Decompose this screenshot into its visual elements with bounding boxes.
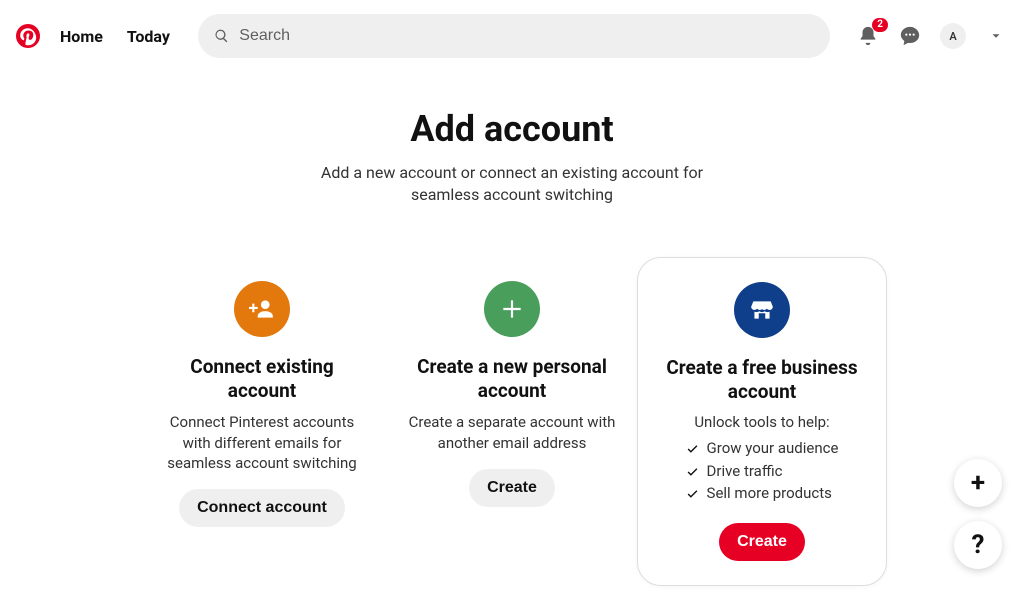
page-title: Add account: [0, 108, 1024, 150]
storefront-icon: [734, 282, 790, 338]
check-icon: [686, 465, 699, 478]
benefit-item: Grow your audience: [686, 437, 839, 460]
card-title: Create a free business account: [656, 356, 868, 404]
benefit-label: Grow your audience: [707, 437, 839, 460]
benefits-intro: Unlock tools to help:: [656, 413, 868, 431]
search-bar[interactable]: [198, 14, 830, 58]
card-title: Create a new personal account: [405, 355, 619, 403]
messages-button[interactable]: [898, 24, 922, 48]
search-icon: [214, 28, 229, 44]
card-desc: Connect Pinterest accounts with differen…: [155, 412, 369, 473]
benefit-item: Sell more products: [686, 482, 839, 505]
card-desc: Create a separate account with another e…: [405, 412, 619, 453]
connect-account-button[interactable]: Connect account: [179, 489, 345, 527]
avatar[interactable]: A: [940, 23, 966, 49]
create-personal-button[interactable]: Create: [469, 469, 555, 507]
chat-icon: [899, 25, 921, 47]
chevron-down-icon: [989, 29, 1003, 43]
search-input[interactable]: [239, 27, 814, 45]
fab-help[interactable]: ?: [954, 521, 1002, 569]
card-title: Connect existing account: [155, 355, 369, 403]
card-create-personal: Create a new personal account Create a s…: [387, 257, 637, 531]
plus-icon: [484, 281, 540, 337]
page-subtitle-line2: seamless account switching: [411, 185, 613, 204]
check-icon: [686, 487, 699, 500]
page-subtitle: Add a new account or connect an existing…: [0, 162, 1024, 207]
header: Home Today 2 A: [0, 0, 1024, 72]
nav-links: Home Today: [60, 27, 170, 46]
card-connect-existing: Connect existing account Connect Pintere…: [137, 257, 387, 551]
benefit-label: Drive traffic: [707, 460, 783, 483]
notifications-button[interactable]: 2: [856, 24, 880, 48]
notification-badge: 2: [872, 18, 888, 32]
nav-home[interactable]: Home: [60, 27, 103, 46]
benefit-item: Drive traffic: [686, 460, 839, 483]
card-create-business: Create a free business account Unlock to…: [637, 257, 887, 586]
fab-add[interactable]: +: [954, 459, 1002, 507]
account-menu-toggle[interactable]: [984, 24, 1008, 48]
header-actions: 2 A: [856, 23, 1008, 49]
benefit-label: Sell more products: [707, 482, 832, 505]
page-subtitle-line1: Add a new account or connect an existing…: [321, 163, 703, 182]
pinterest-logo[interactable]: [16, 24, 40, 48]
main-content: Add account Add a new account or connect…: [0, 72, 1024, 586]
account-options: Connect existing account Connect Pintere…: [0, 257, 1024, 586]
fab-stack: + ?: [954, 459, 1002, 569]
add-user-icon: [234, 281, 290, 337]
nav-today[interactable]: Today: [127, 27, 170, 46]
check-icon: [686, 442, 699, 455]
create-business-button[interactable]: Create: [719, 523, 805, 561]
benefits-list: Grow your audience Drive traffic Sell mo…: [686, 437, 839, 505]
